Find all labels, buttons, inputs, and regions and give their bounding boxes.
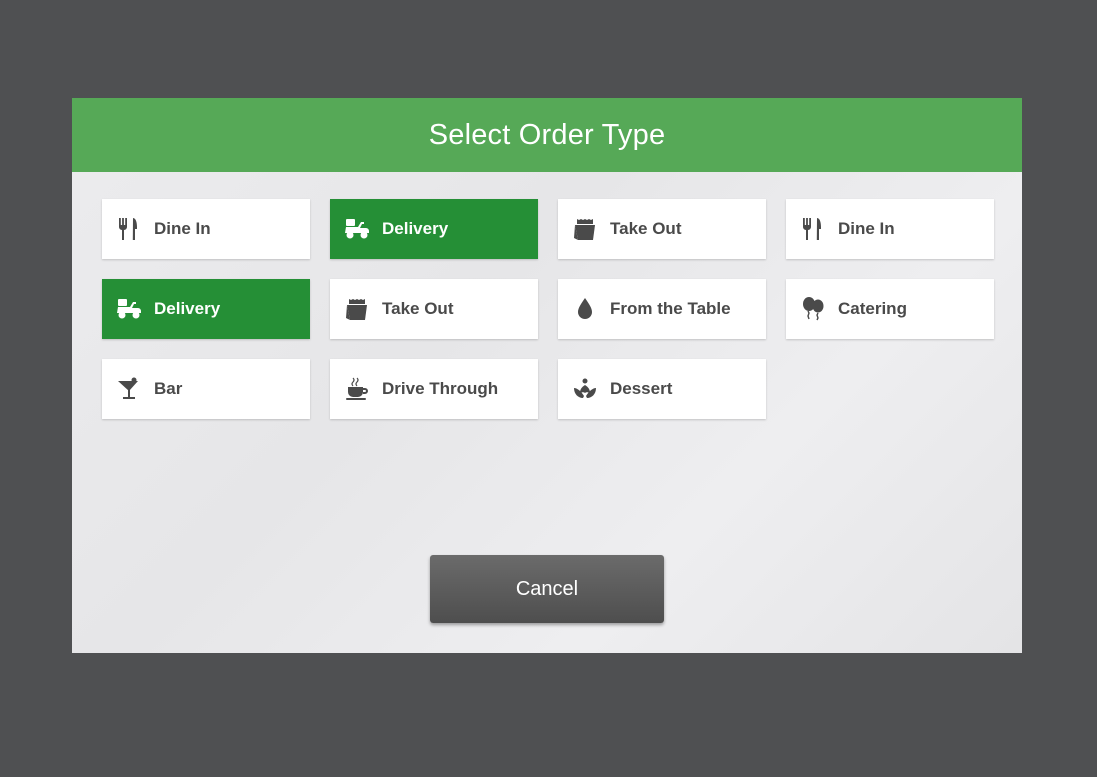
scooter-icon: [116, 296, 142, 322]
order-type-tile-from-the-table[interactable]: From the Table: [558, 279, 766, 339]
order-type-dialog: Select Order Type Dine In Delivery Take Ou…: [72, 98, 1022, 653]
cancel-button[interactable]: Cancel: [430, 555, 664, 623]
order-type-label: Drive Through: [382, 379, 499, 398]
order-type-grid: Dine In Delivery Take Out Dine In Delivery Ta…: [102, 199, 994, 419]
drop-icon: [572, 296, 598, 322]
order-type-label: Take Out: [382, 299, 454, 318]
order-type-label: Take Out: [610, 219, 682, 238]
order-type-tile-catering[interactable]: Catering: [786, 279, 994, 339]
order-type-label: Catering: [838, 299, 907, 318]
order-type-tile-take-out[interactable]: Take Out: [330, 279, 538, 339]
order-type-tile-dine-in[interactable]: Dine In: [102, 199, 310, 259]
order-type-tile-drive-through[interactable]: Drive Through: [330, 359, 538, 419]
order-type-label: Bar: [154, 379, 183, 398]
order-type-label: Dine In: [838, 219, 895, 238]
scooter-icon: [344, 216, 370, 242]
balloons-icon: [800, 296, 826, 322]
order-type-tile-dessert[interactable]: Dessert: [558, 359, 766, 419]
dialog-title: Select Order Type: [72, 98, 1022, 172]
takeout-bag-icon: [344, 296, 370, 322]
order-type-label: Delivery: [154, 299, 221, 318]
order-type-label: Delivery: [382, 219, 449, 238]
fork-knife-icon: [800, 216, 826, 242]
order-type-label: Dine In: [154, 219, 211, 238]
coffee-cup-icon: [344, 376, 370, 402]
order-type-label: Dessert: [610, 379, 673, 398]
order-type-tile-delivery[interactable]: Delivery: [330, 199, 538, 259]
cocktail-icon: [116, 376, 142, 402]
order-type-tile-delivery[interactable]: Delivery: [102, 279, 310, 339]
order-type-tile-take-out[interactable]: Take Out: [558, 199, 766, 259]
order-type-tile-bar[interactable]: Bar: [102, 359, 310, 419]
takeout-bag-icon: [572, 216, 598, 242]
dessert-icon: [572, 376, 598, 402]
order-type-tile-dine-in[interactable]: Dine In: [786, 199, 994, 259]
fork-knife-icon: [116, 216, 142, 242]
order-type-label: From the Table: [610, 299, 731, 318]
